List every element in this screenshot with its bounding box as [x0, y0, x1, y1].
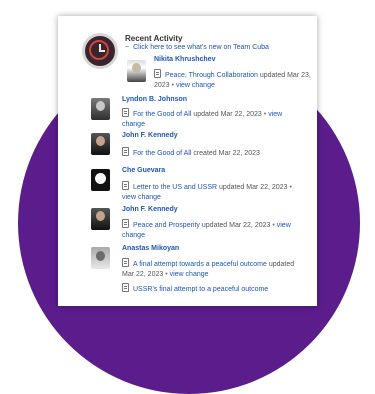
document-link[interactable]: USSR's final attempt to a peaceful outco…: [133, 286, 268, 293]
user-name-link[interactable]: Che Guevara: [122, 167, 165, 174]
whats-new-link-label[interactable]: Click here to see what's new on Team Cub…: [133, 44, 269, 51]
user-name-link[interactable]: Lyndon B. Johnson: [122, 96, 187, 103]
document-icon: [122, 147, 129, 156]
document-link[interactable]: For the Good of All: [133, 150, 191, 157]
view-change-link[interactable]: view change: [170, 271, 209, 278]
avatar[interactable]: [91, 98, 110, 120]
document-icon: [122, 108, 129, 117]
document-link[interactable]: Peace and Prosperity: [133, 222, 200, 229]
document-link[interactable]: Letter to the US and USSR: [133, 184, 217, 191]
avatar[interactable]: [127, 60, 146, 82]
activity-text: Letter to the US and USSR updated Mar 22…: [122, 181, 302, 203]
collapse-caret-icon[interactable]: −: [125, 44, 129, 51]
user-name-link[interactable]: Nikita Khrushchev: [154, 56, 215, 63]
whats-new-link[interactable]: − Click here to see what's new on Team Cu…: [125, 44, 269, 51]
document-icon: [122, 258, 129, 267]
document-icon: [122, 219, 129, 228]
avatar[interactable]: [91, 133, 110, 155]
user-name-link[interactable]: John F. Kennedy: [122, 132, 178, 139]
user-name-link[interactable]: Anastas Mikoyan: [122, 245, 179, 252]
view-change-link[interactable]: view change: [122, 194, 161, 201]
avatar[interactable]: [91, 247, 110, 269]
document-link[interactable]: A final attempt towards a peaceful outco…: [133, 261, 267, 268]
document-link[interactable]: For the Good of All: [133, 111, 191, 118]
user-name-link[interactable]: John F. Kennedy: [122, 206, 178, 213]
document-icon: [154, 69, 161, 78]
document-icon: [122, 181, 129, 190]
activity-text: Peace, Through Collaboration updated Mar…: [154, 69, 314, 91]
recent-activity-card: Recent Activity − Click here to see what'…: [58, 16, 317, 306]
activity-text: For the Good of All created Mar 22, 2023: [122, 147, 298, 159]
activity-text: Peace and Prosperity updated Mar 22, 202…: [122, 219, 302, 241]
recent-activity-title: Recent Activity: [125, 34, 183, 43]
avatar[interactable]: [91, 208, 110, 230]
activity-text: For the Good of All updated Mar 22, 2023…: [122, 108, 298, 130]
view-change-link[interactable]: view change: [176, 82, 215, 89]
document-link[interactable]: Peace, Through Collaboration: [165, 72, 258, 79]
activity-text: A final attempt towards a peaceful outco…: [122, 258, 302, 280]
clock-icon: [82, 33, 118, 69]
activity-text: USSR's final attempt to a peaceful outco…: [122, 283, 312, 295]
avatar[interactable]: [91, 169, 110, 191]
